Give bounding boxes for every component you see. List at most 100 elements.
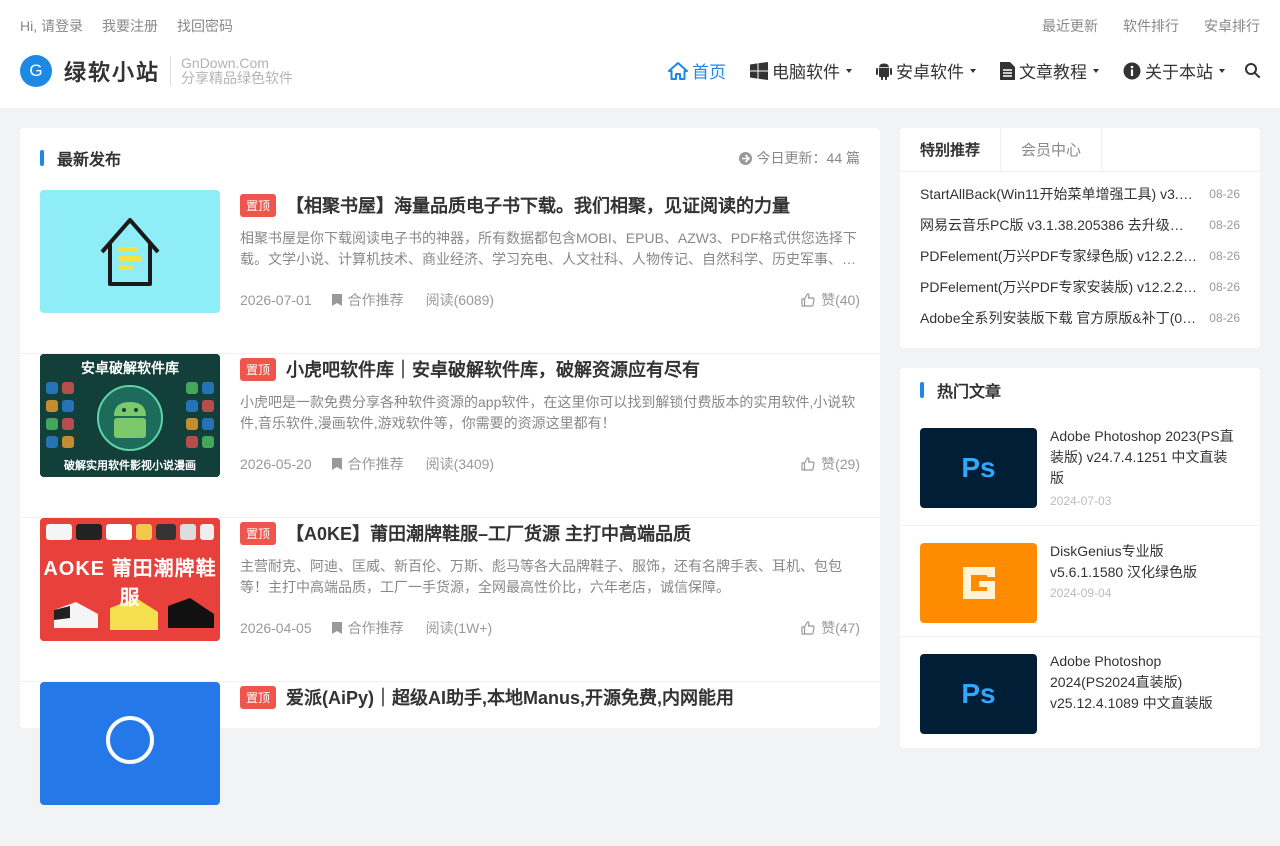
- post-thumbnail[interactable]: 安卓破解软件库 破解实用软件影视小说漫画: [40, 354, 220, 477]
- post-category[interactable]: 合作推荐: [331, 618, 404, 638]
- tab-member-center[interactable]: 会员中心: [1001, 128, 1102, 171]
- post-title[interactable]: 爱派(AiPy)｜超级AI助手,本地Manus,开源免费,内网能用: [286, 684, 734, 710]
- tab-recommend[interactable]: 特别推荐: [900, 128, 1001, 171]
- post-item[interactable]: 置顶 爱派(AiPy)｜超级AI助手,本地Manus,开源免费,内网能用: [20, 682, 880, 846]
- recommend-date: 08-26: [1209, 310, 1240, 325]
- post-title[interactable]: 小虎吧软件库｜安卓破解软件库，破解资源应有尽有: [286, 356, 700, 382]
- post-read-count: 阅读(6089): [425, 292, 495, 308]
- login-link[interactable]: Hi, 请登录: [20, 16, 83, 36]
- top-bar-left: Hi, 请登录 我要注册 找回密码: [20, 16, 233, 36]
- android-rank-link[interactable]: 安卓排行: [1204, 16, 1260, 36]
- recover-password-link[interactable]: 找回密码: [177, 16, 233, 36]
- software-rank-link[interactable]: 软件排行: [1123, 16, 1179, 36]
- thumbnail-caption: AOKE 莆田潮牌鞋服: [43, 558, 217, 609]
- hot-article-date: 2024-07-03: [1050, 494, 1112, 508]
- hot-article-title[interactable]: Adobe Photoshop 2023(PS直装版) v24.7.4.1251…: [1050, 426, 1240, 489]
- like-button[interactable]: 赞(40): [801, 290, 860, 310]
- like-count: 赞(40): [821, 292, 860, 308]
- post-category[interactable]: 合作推荐: [331, 454, 404, 474]
- hot-article-item[interactable]: Ps Adobe Photoshop 2023(PS直装版) v24.7.4.1…: [900, 408, 1260, 526]
- post-title[interactable]: 【A0KE】莆田潮牌鞋服–工厂货源 主打中高端品质: [286, 520, 691, 546]
- diskgenius-icon[interactable]: [920, 543, 1037, 623]
- thumbnail-caption-bottom: 破解实用软件影视小说漫画: [64, 460, 196, 472]
- hot-article-title[interactable]: Adobe Photoshop 2024(PS2024直装版) v25.12.4…: [1050, 651, 1240, 714]
- post-title-row: 置顶 【A0KE】莆田潮牌鞋服–工厂货源 主打中高端品质: [240, 520, 860, 546]
- nav-android-software[interactable]: 安卓软件: [876, 58, 976, 83]
- hot-article-item[interactable]: DiskGenius专业版 v5.6.1.1580 汉化绿色版 2024-09-…: [900, 526, 1260, 637]
- pinned-badge: 置顶: [240, 357, 277, 381]
- logo-icon: G: [20, 55, 52, 87]
- info-icon: [1123, 62, 1141, 79]
- post-title-row: 置顶 爱派(AiPy)｜超级AI助手,本地Manus,开源免费,内网能用: [240, 684, 860, 710]
- post-title[interactable]: 【相聚书屋】海量品质电子书下载。我们相聚，见证阅读的力量: [286, 192, 790, 218]
- post-item[interactable]: 置顶 【相聚书屋】海量品质电子书下载。我们相聚，见证阅读的力量 相聚书屋是你下载…: [20, 190, 880, 354]
- logo-divider: [170, 56, 172, 86]
- nav-android-label: 安卓软件: [896, 63, 964, 82]
- chevron-down-icon: [1093, 68, 1099, 73]
- latest-posts-header: 最新发布 今日更新：44 篇: [40, 146, 860, 170]
- hot-article-text: Adobe Photoshop 2024(PS2024直装版) v25.12.4…: [1050, 651, 1240, 714]
- recommend-title[interactable]: PDFelement(万兴PDF专家绿色版) v12.2.2.3756: [920, 246, 1197, 266]
- nav-pc-label: 电脑软件: [772, 63, 840, 82]
- top-bar-right: 最近更新 软件排行 安卓排行: [1042, 16, 1260, 36]
- list-item[interactable]: PDFelement(万兴PDF专家安装版) v12.2.2.3756 08-2…: [900, 271, 1260, 302]
- photoshop-icon[interactable]: Ps: [920, 428, 1037, 508]
- site-domain: GnDown.Com: [181, 55, 269, 71]
- post-excerpt: 小虎吧是一款免费分享各种软件资源的app软件，在这里你可以找到解锁付费版本的实用…: [240, 394, 856, 431]
- post-title-row: 置顶 【相聚书屋】海量品质电子书下载。我们相聚，见证阅读的力量: [240, 192, 860, 218]
- photoshop-icon-label: Ps: [961, 452, 996, 483]
- post-item[interactable]: 安卓破解软件库 破解实用软件影视小说漫画 置顶 小虎吧软件库｜安卓破解软件库，破…: [20, 354, 880, 518]
- bookmark-icon: [331, 458, 342, 470]
- home-icon: [668, 61, 688, 80]
- post-category[interactable]: 合作推荐: [331, 290, 404, 310]
- today-update-count: 今日更新：44 篇: [738, 148, 860, 168]
- bookhouse-logo-icon: [100, 218, 160, 286]
- latest-posts-panel: 最新发布 今日更新：44 篇 置顶 【相聚书屋】海量品质电子书下载。我们相聚，见…: [20, 128, 880, 805]
- list-item[interactable]: PDFelement(万兴PDF专家绿色版) v12.2.2.3756 08-2…: [900, 240, 1260, 271]
- post-thumbnail[interactable]: [40, 682, 220, 805]
- photoshop-icon[interactable]: Ps: [920, 654, 1037, 734]
- site-slogan: 分享精品绿色软件: [181, 70, 294, 86]
- register-link[interactable]: 我要注册: [102, 16, 158, 36]
- post-date: 2026-05-20: [240, 456, 312, 472]
- nav-home[interactable]: 首页: [668, 58, 726, 83]
- hot-article-title[interactable]: DiskGenius专业版 v5.6.1.1580 汉化绿色版: [1050, 541, 1240, 583]
- chevron-down-icon: [846, 68, 852, 73]
- like-button[interactable]: 赞(47): [801, 618, 860, 638]
- post-thumbnail[interactable]: [40, 190, 220, 313]
- section-accent-bar: [920, 382, 924, 398]
- like-count: 赞(29): [821, 456, 860, 472]
- recommend-title[interactable]: Adobe全系列安装版下载 官方原版&补丁(0826): [920, 308, 1197, 328]
- list-item[interactable]: 网易云音乐PC版 v3.1.38.205386 去升级绿色版 08-26: [900, 209, 1260, 240]
- hot-article-text: DiskGenius专业版 v5.6.1.1580 汉化绿色版 2024-09-…: [1050, 541, 1240, 600]
- post-meta: 2026-07-01 合作推荐 阅读(6089) 赞(40): [240, 290, 860, 310]
- nav-articles[interactable]: 文章教程: [1000, 58, 1099, 83]
- hot-articles-panel: 热门文章 Ps Adobe Photoshop 2023(PS直装版) v24.…: [900, 368, 1260, 748]
- thumbs-up-icon: [801, 457, 815, 471]
- post-read-count: 阅读(1W+): [425, 620, 493, 636]
- search-button[interactable]: [1245, 63, 1260, 78]
- site-logo[interactable]: G 绿软小站 GnDown.Com 分享精品绿色软件: [20, 55, 293, 87]
- recommend-date: 08-26: [1209, 186, 1240, 201]
- pinned-badge: 置顶: [240, 685, 277, 709]
- recommend-title[interactable]: StartAllBack(Win11开始菜单增强工具) v3.9.14: [920, 184, 1197, 204]
- hot-article-item[interactable]: Ps Adobe Photoshop 2024(PS2024直装版) v25.1…: [900, 637, 1260, 748]
- today-update-text: 今日更新：44 篇: [756, 150, 860, 166]
- post-item[interactable]: AOKE 莆田潮牌鞋服 置顶 【A0KE】莆田潮牌鞋服–工厂货源 主打中高端品质…: [20, 518, 880, 682]
- list-item[interactable]: Adobe全系列安装版下载 官方原版&补丁(0826) 08-26: [900, 302, 1260, 333]
- post-date: 2026-07-01: [240, 292, 312, 308]
- recent-updates-link[interactable]: 最近更新: [1042, 16, 1098, 36]
- recommend-title[interactable]: PDFelement(万兴PDF专家安装版) v12.2.2.3756: [920, 277, 1197, 297]
- nav-about[interactable]: 关于本站: [1123, 58, 1225, 83]
- diskgenius-logo-icon: [962, 567, 995, 599]
- post-thumbnail[interactable]: AOKE 莆田潮牌鞋服: [40, 518, 220, 641]
- section-title-text: 最新发布: [57, 152, 122, 169]
- bookmark-icon: [331, 622, 342, 634]
- recommend-date: 08-26: [1209, 248, 1240, 263]
- nav-pc-software[interactable]: 电脑软件: [750, 58, 852, 83]
- like-button[interactable]: 赞(29): [801, 454, 860, 474]
- recommend-title[interactable]: 网易云音乐PC版 v3.1.38.205386 去升级绿色版: [920, 215, 1197, 235]
- nav-articles-label: 文章教程: [1019, 63, 1087, 82]
- list-item[interactable]: StartAllBack(Win11开始菜单增强工具) v3.9.14 08-2…: [900, 178, 1260, 209]
- section-title: 最新发布: [40, 146, 121, 170]
